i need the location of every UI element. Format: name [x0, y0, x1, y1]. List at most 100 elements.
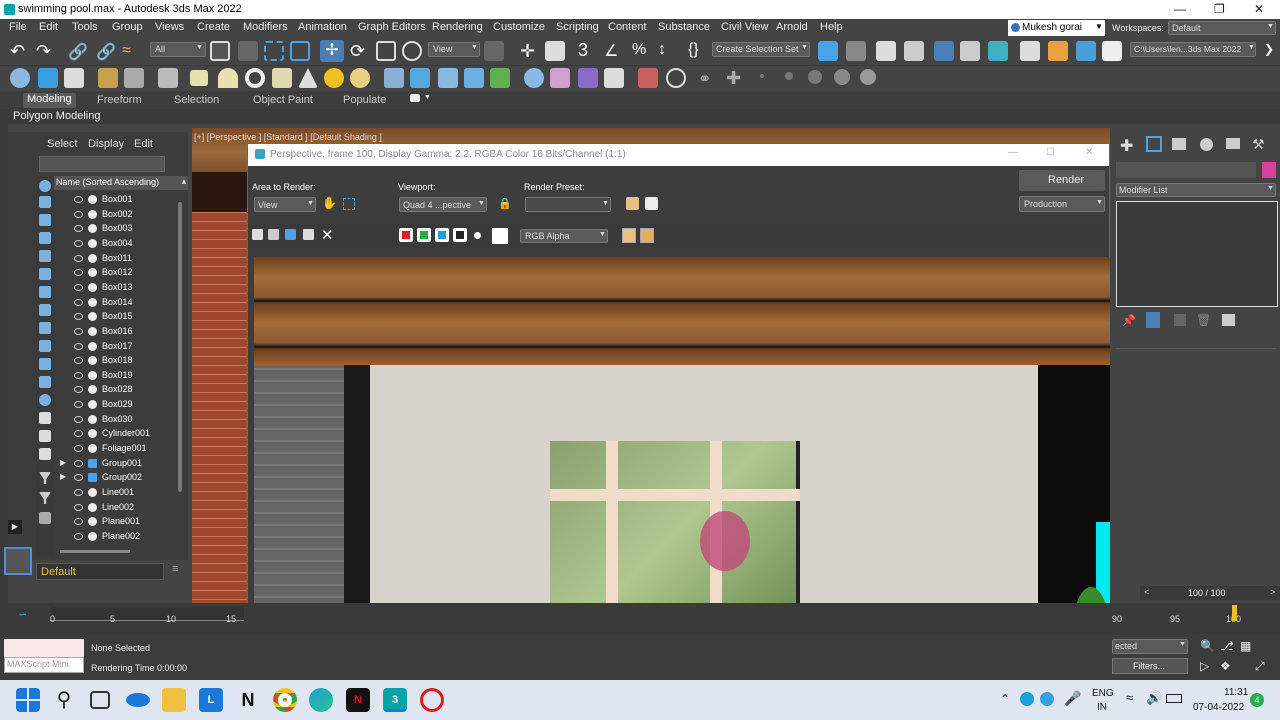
visibility-eye-icon[interactable] — [74, 239, 83, 247]
red-channel-icon[interactable] — [399, 228, 413, 242]
toggle-ui-icon[interactable] — [640, 228, 654, 243]
netflix-icon[interactable]: N — [346, 688, 370, 712]
object-icon[interactable] — [88, 195, 97, 204]
walk-through-icon[interactable]: ❖ — [1220, 659, 1231, 673]
object-icon[interactable] — [88, 502, 97, 512]
gradient-tool-icon[interactable]: ⚭ — [698, 69, 711, 89]
workspace-dropdown[interactable]: Default ▼ — [1168, 21, 1276, 35]
render-icon[interactable] — [64, 68, 84, 88]
object-icon[interactable] — [88, 253, 97, 263]
material-editor-icon[interactable] — [1020, 41, 1040, 61]
scene-item[interactable]: Box019 — [60, 369, 180, 383]
help-icon[interactable] — [666, 68, 686, 88]
close-button[interactable]: ✕ — [1254, 2, 1264, 16]
time-slider-marker[interactable] — [1232, 605, 1237, 621]
clone-window-icon[interactable] — [285, 229, 296, 240]
window-crossing-icon[interactable] — [290, 41, 310, 61]
create-tab-icon[interactable]: ✚ — [1120, 136, 1133, 156]
frame-next-icon[interactable]: > — [1270, 587, 1275, 597]
display-bones-icon[interactable] — [39, 340, 51, 352]
scene-item[interactable]: ▶ Group001 — [60, 457, 180, 471]
copy-image-icon[interactable] — [268, 229, 279, 240]
teapot-icon[interactable] — [10, 68, 30, 88]
maxscript-listener[interactable] — [4, 639, 84, 657]
green-channel-icon[interactable] — [417, 228, 431, 242]
menu-modifiers[interactable]: Modifiers — [243, 21, 288, 33]
align-icon[interactable] — [846, 41, 866, 61]
lock-icon[interactable]: 🔒 — [498, 197, 512, 210]
rendered-frame-window-icon[interactable] — [1076, 41, 1096, 61]
dot-small-icon[interactable] — [760, 74, 764, 78]
selection-filter-dropdown[interactable]: All ▼ — [150, 42, 206, 57]
group-icon[interactable] — [88, 473, 97, 483]
undo-icon[interactable]: ↶ — [10, 41, 25, 62]
scene-menu-display[interactable]: Display — [88, 138, 124, 150]
tray-app2-icon[interactable] — [1040, 692, 1054, 706]
ribbon-tab-object-paint[interactable]: Object Paint — [253, 94, 313, 106]
polygon-modeling-label[interactable]: Polygon Modeling — [13, 110, 100, 122]
render-maximize-button[interactable]: ☐ — [1046, 147, 1055, 158]
funnel-icon[interactable] — [39, 492, 51, 504]
dot-medium-icon[interactable] — [785, 72, 793, 80]
scene-item[interactable]: Line002 — [60, 501, 180, 515]
modifier-stack[interactable] — [1116, 201, 1278, 307]
display-shapes-icon[interactable] — [39, 214, 51, 226]
visibility-eye-icon[interactable] — [74, 401, 83, 409]
visibility-eye-icon[interactable] — [74, 269, 83, 277]
render-close-button[interactable]: ✕ — [1085, 147, 1093, 158]
material-palette-icon[interactable] — [550, 68, 570, 88]
zoom-all-icon[interactable]: ⎇ — [1220, 639, 1234, 653]
hand-icon[interactable]: ✋ — [322, 196, 337, 210]
blue-channel-icon[interactable] — [435, 228, 449, 242]
scene-item[interactable]: Box014 — [60, 296, 180, 310]
scene-item[interactable]: Box017 — [60, 340, 180, 354]
area-to-render-dropdown[interactable]: View ▼ — [254, 197, 316, 212]
curve-editor-mini-icon[interactable]: ∽ — [18, 608, 27, 621]
visibility-eye-icon[interactable] — [74, 415, 83, 423]
filter-icon[interactable] — [39, 472, 51, 484]
save-image-icon[interactable] — [252, 229, 263, 240]
object-icon[interactable] — [88, 297, 97, 307]
alpha-channel-icon[interactable] — [453, 228, 467, 242]
sphere-gray-icon[interactable] — [834, 69, 850, 85]
menu-civil-view[interactable]: Civil View — [721, 21, 768, 33]
object-icon[interactable] — [88, 326, 97, 336]
language-2[interactable]: IN — [1097, 702, 1107, 713]
project-path-dropdown[interactable]: C:\Users\len...3ds Max 2022 ▼ — [1130, 42, 1256, 57]
scene-item[interactable]: Box013 — [60, 281, 180, 295]
cylinder-icon[interactable] — [272, 68, 292, 88]
menu-customize[interactable]: Customize — [493, 21, 545, 33]
move-icon[interactable]: ✢ — [320, 40, 344, 62]
display-all-icon[interactable] — [39, 412, 51, 424]
scene-item[interactable]: Box004 — [60, 237, 180, 251]
object-icon[interactable] — [88, 429, 97, 439]
scene-item[interactable]: Box018 — [60, 354, 180, 368]
visibility-eye-icon[interactable] — [74, 313, 83, 321]
show-hidden-icons[interactable]: ⌃ — [1000, 692, 1010, 706]
render-button[interactable]: Render — [1019, 170, 1105, 191]
visibility-eye-icon[interactable] — [74, 386, 83, 394]
timeline-track[interactable] — [50, 607, 244, 621]
ribbon-tab-populate[interactable]: Populate — [343, 94, 386, 106]
scene-item[interactable]: Plane002 — [60, 530, 180, 544]
object-icon[interactable] — [88, 414, 97, 424]
toolbar-overflow-icon[interactable]: ❯ — [1264, 42, 1274, 56]
sphere-primitive-icon[interactable] — [218, 68, 238, 88]
selection-set-dropdown[interactable]: Create Selection Set ▼ — [712, 42, 810, 57]
object-color-swatch[interactable] — [1262, 162, 1276, 178]
menu-animation[interactable]: Animation — [298, 21, 347, 33]
menu-tools[interactable]: Tools — [72, 21, 98, 33]
expand-arrow-icon[interactable]: ▶ — [60, 472, 66, 481]
spinner-snap-icon[interactable]: ↕ — [658, 41, 666, 59]
dot-large-icon[interactable] — [808, 70, 822, 84]
unlink-icon[interactable]: 🔗 — [96, 42, 116, 62]
percent-snap-icon[interactable]: % — [632, 41, 646, 59]
render-setup-icon[interactable] — [1048, 41, 1068, 61]
viewport-label[interactable]: [+] [Perspective ] [Standard ] [Default … — [194, 132, 382, 142]
clock-date[interactable]: 07-04-2022 — [1193, 702, 1244, 713]
filters-button[interactable]: Filters... — [1112, 658, 1188, 674]
utilities-tab-icon[interactable]: ⚒ — [1252, 136, 1265, 153]
make-unique-icon[interactable] — [1174, 314, 1186, 326]
ribbon-tab-modeling[interactable]: Modeling — [23, 93, 76, 108]
layer-options-icon[interactable]: ≡ — [172, 563, 178, 575]
